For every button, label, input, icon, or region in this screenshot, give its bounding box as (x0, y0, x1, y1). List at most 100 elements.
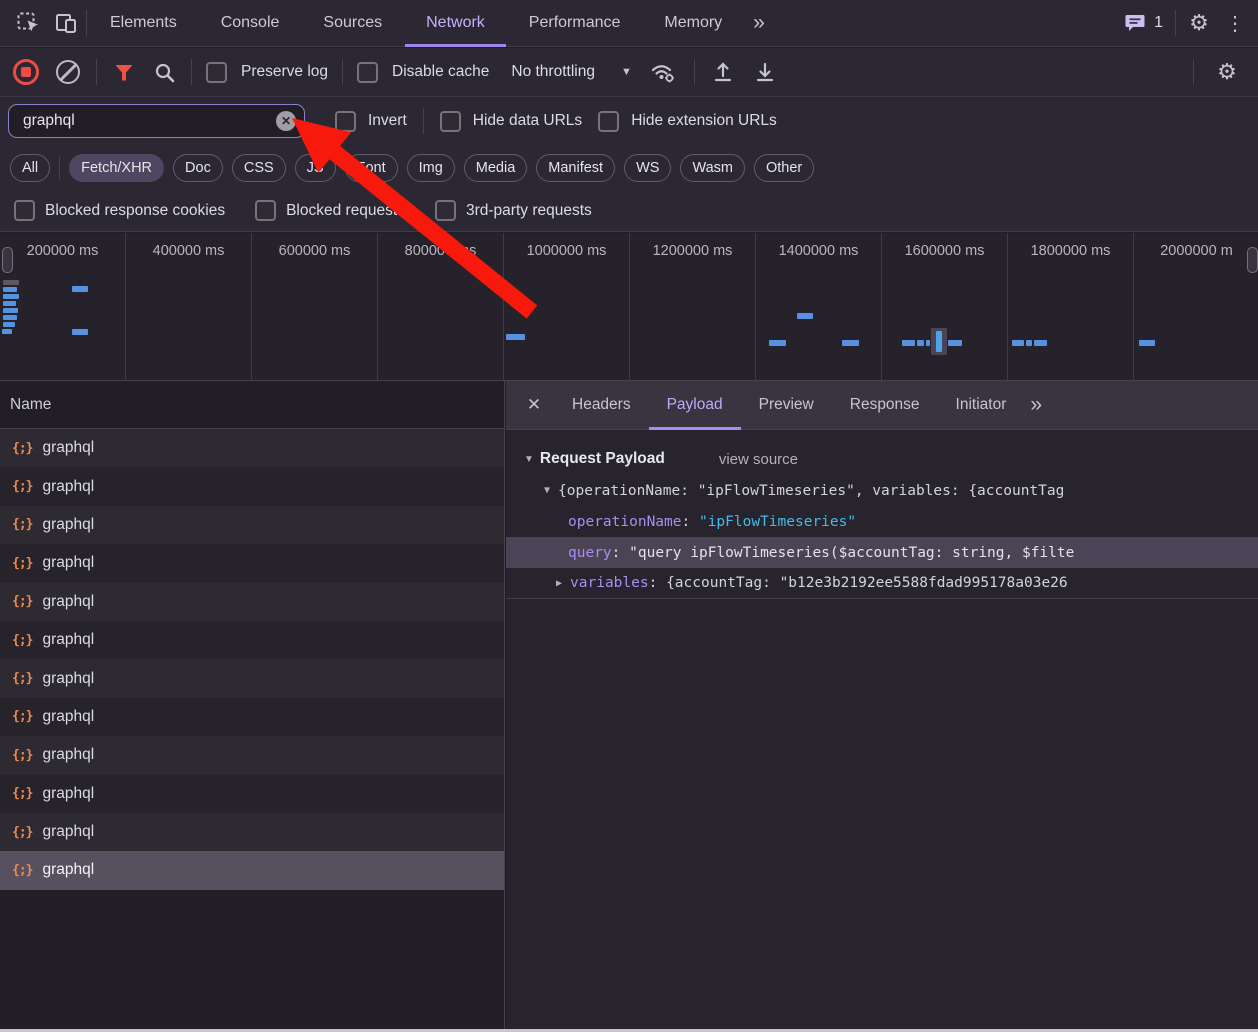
fetch-xhr-icon: {;} (12, 555, 34, 571)
details-tabbar: ✕ Headers Payload Preview Response Initi… (506, 381, 1258, 430)
payload-query-row[interactable]: query: "query ipFlowTimeseries($accountT… (506, 537, 1258, 568)
request-row-selected[interactable]: {;} graphql (0, 851, 504, 890)
waterfall-bar (1026, 340, 1032, 346)
issues-count: 1 (1154, 14, 1163, 31)
waterfall-bars (0, 233, 1258, 380)
waterfall-bar (842, 340, 859, 346)
waterfall-bar (902, 340, 915, 346)
chip-manifest[interactable]: Manifest (536, 153, 616, 182)
divider (693, 59, 695, 85)
request-row[interactable]: {;} graphql (0, 582, 504, 621)
divider (422, 108, 424, 134)
payload-variables-row[interactable]: ▶ variables: {accountTag: "b12e3b2192ee5… (506, 568, 1258, 599)
hide-data-urls-label: Hide data URLs (472, 112, 583, 129)
request-row[interactable]: {;} graphql (0, 812, 504, 852)
expand-triangle-icon[interactable]: ▶ (556, 578, 562, 589)
tab-performance[interactable]: Performance (508, 0, 642, 47)
payload-preview-row[interactable]: ▼ {operationName: "ipFlowTimeseries", va… (506, 475, 1258, 506)
divider (86, 10, 87, 36)
tab-console[interactable]: Console (200, 0, 301, 47)
chip-css[interactable]: CSS (231, 153, 286, 182)
name-column-header[interactable]: Name (0, 381, 504, 429)
overview-grip-left[interactable] (2, 247, 13, 273)
payload-operation-row[interactable]: operationName: "ipFlowTimeseries" (506, 506, 1258, 537)
request-row[interactable]: {;} graphql (0, 429, 504, 468)
tab-network[interactable]: Network (405, 0, 506, 47)
hide-extension-urls-checkbox[interactable] (598, 110, 620, 132)
tab-memory[interactable]: Memory (643, 0, 743, 47)
chip-font[interactable]: Font (344, 153, 398, 182)
waterfall-bar (3, 322, 15, 327)
inspect-element-icon[interactable] (10, 11, 46, 35)
divider (1175, 10, 1176, 36)
network-conditions-icon[interactable] (646, 60, 680, 84)
chip-img[interactable]: Img (406, 153, 455, 182)
network-overview-timeline[interactable]: 200000 ms 400000 ms 600000 ms 800000 ms … (0, 233, 1258, 381)
devtools-tabbar: Elements Console Sources Network Perform… (0, 0, 1258, 47)
waterfall-bar (1034, 340, 1047, 346)
filter-funnel-icon[interactable] (111, 63, 137, 82)
preserve-log-checkbox[interactable] (206, 61, 227, 83)
waterfall-bar (3, 308, 18, 313)
view-source-link[interactable]: view source (719, 451, 798, 468)
divider (191, 59, 192, 85)
close-details-icon[interactable]: ✕ (514, 381, 554, 430)
blocked-response-cookies-checkbox[interactable] (14, 200, 35, 221)
fetch-xhr-icon: {;} (12, 440, 34, 456)
chip-other[interactable]: Other (754, 153, 815, 182)
settings-gear-icon[interactable]: ⚙ (1178, 10, 1220, 36)
tab-elements[interactable]: Elements (89, 0, 198, 47)
request-row[interactable]: {;} graphql (0, 774, 504, 813)
request-row[interactable]: {;} graphql (0, 736, 504, 775)
tab-payload[interactable]: Payload (649, 381, 741, 430)
record-network-log-icon[interactable] (12, 59, 40, 85)
chip-fetch-xhr[interactable]: Fetch/XHR (69, 153, 165, 182)
export-har-icon[interactable] (751, 61, 779, 83)
chip-all[interactable]: All (10, 153, 51, 182)
throttling-dropdown[interactable]: No throttling ▼ (511, 63, 631, 81)
waterfall-bar (917, 340, 924, 346)
devtools-window: Elements Console Sources Network Perform… (0, 0, 1258, 1032)
kebab-menu-icon[interactable]: ⋮ (1222, 11, 1248, 36)
clear-network-log-icon[interactable] (54, 60, 82, 84)
chip-wasm[interactable]: Wasm (680, 153, 745, 182)
device-toolbar-icon[interactable] (48, 11, 84, 35)
request-row[interactable]: {;} graphql (0, 659, 504, 698)
chip-doc[interactable]: Doc (173, 153, 223, 182)
more-details-tabs-icon[interactable]: » (1024, 393, 1046, 417)
clear-filter-icon[interactable]: ✕ (276, 111, 296, 131)
chip-ws[interactable]: WS (624, 153, 672, 182)
disable-cache-checkbox[interactable] (357, 61, 379, 83)
request-payload-title: Request Payload (539, 450, 665, 467)
expand-triangle-icon[interactable]: ▼ (544, 485, 550, 496)
more-tabs-icon[interactable]: » (745, 11, 771, 35)
import-har-icon[interactable] (709, 61, 737, 83)
network-settings-gear-icon[interactable]: ⚙ (1208, 59, 1246, 85)
network-filter-input[interactable] (21, 111, 276, 131)
chip-media[interactable]: Media (463, 153, 528, 182)
network-filter-field[interactable]: ✕ (8, 104, 305, 138)
waterfall-bar (3, 315, 17, 320)
tab-headers[interactable]: Headers (554, 381, 649, 430)
tab-sources[interactable]: Sources (302, 0, 403, 47)
tab-response[interactable]: Response (832, 381, 938, 430)
tab-preview[interactable]: Preview (741, 381, 832, 430)
blocked-requests-checkbox[interactable] (255, 200, 277, 221)
chip-js[interactable]: JS (294, 153, 336, 182)
request-row[interactable]: {;} graphql (0, 505, 504, 545)
request-row[interactable]: {;} graphql (0, 467, 504, 506)
fetch-xhr-icon: {;} (12, 479, 34, 495)
throttling-value: No throttling (511, 63, 595, 80)
request-row[interactable]: {;} graphql (0, 620, 504, 660)
collapse-triangle-icon[interactable]: ▼ (524, 454, 534, 465)
third-party-requests-checkbox[interactable] (434, 200, 456, 221)
issues-message-icon[interactable] (1120, 13, 1150, 33)
overview-grip-right[interactable] (1247, 247, 1258, 273)
invert-checkbox[interactable] (335, 110, 356, 132)
tab-initiator[interactable]: Initiator (938, 381, 1025, 430)
search-icon[interactable] (151, 62, 177, 83)
chevron-down-icon: ▼ (620, 66, 632, 78)
request-row[interactable]: {;} graphql (0, 697, 504, 737)
hide-data-urls-checkbox[interactable] (439, 110, 461, 132)
request-row[interactable]: {;} graphql (0, 544, 504, 583)
